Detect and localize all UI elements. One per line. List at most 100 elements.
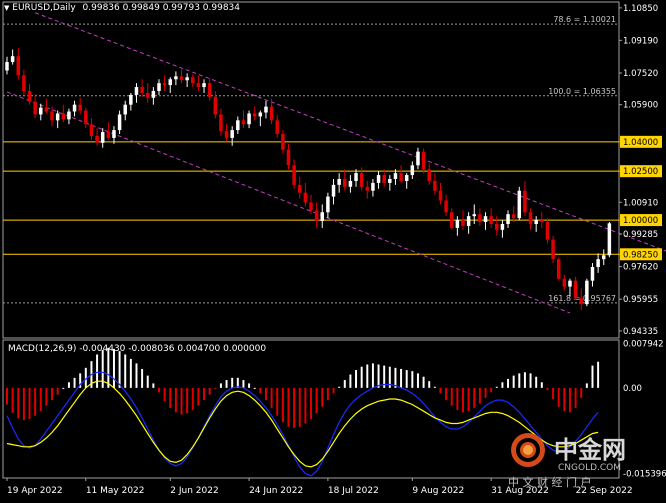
macd-histogram-bar (529, 373, 532, 388)
candle-body (601, 255, 606, 260)
macd-histogram-bar (180, 387, 183, 415)
candle-body (416, 151, 420, 166)
candle-body (106, 132, 111, 138)
candle-body (219, 114, 223, 132)
macd-tick-label: 0.00 (623, 384, 642, 394)
macd-histogram-bar (124, 354, 127, 388)
macd-histogram-bar (112, 348, 115, 388)
candle-body (292, 165, 296, 185)
candle-body (337, 178, 341, 185)
macd-histogram-bar (56, 387, 59, 395)
macd-histogram-bar (518, 373, 521, 388)
candle-body (89, 124, 94, 136)
candle-body (196, 83, 201, 88)
macd-histogram-bar (298, 387, 301, 427)
candle-body (117, 114, 122, 131)
macd-histogram-bar (101, 350, 104, 388)
candle-body (540, 220, 544, 223)
candle-body (438, 190, 443, 201)
macd-histogram-bar (422, 376, 425, 388)
macd-histogram-bar (585, 383, 588, 388)
candle (556, 257, 561, 281)
candle-body (568, 280, 572, 287)
macd-histogram-bar (214, 387, 217, 389)
candle-body (545, 222, 550, 240)
candle-body (185, 77, 189, 81)
candle-body (393, 173, 398, 179)
watermark-logo-text: 中金网 (554, 436, 626, 464)
macd-histogram-bar (73, 377, 76, 388)
candle-body (100, 132, 105, 143)
candle-body (61, 113, 66, 120)
macd-histogram-bar (186, 387, 189, 414)
candle-body (191, 77, 195, 84)
macd-tick-label: 0.007942 (623, 340, 664, 350)
macd-histogram-bar (219, 383, 222, 388)
symbol-header: ▼ EURUSD,Daily 0.99836 0.99849 0.99793 0… (4, 3, 240, 13)
candle-body (236, 120, 240, 131)
candle-body (523, 190, 527, 213)
candle-body (388, 178, 392, 183)
macd-histogram-bar (597, 361, 600, 388)
macd-histogram-bar (501, 382, 504, 388)
candle-body (84, 110, 88, 125)
candle-body (112, 130, 116, 138)
candle-body (404, 175, 409, 181)
candle-body (286, 149, 291, 166)
macd-histogram-bar (281, 387, 284, 423)
candle-body (162, 83, 167, 86)
macd-histogram-bar (411, 371, 414, 388)
macd-histogram-bar (248, 383, 251, 388)
macd-histogram-bar (169, 387, 172, 408)
macd-histogram-bar (445, 387, 448, 401)
candle-body (309, 202, 313, 211)
macd-histogram-bar (264, 387, 267, 401)
candle-body (489, 216, 493, 224)
macd-histogram-bar (141, 368, 144, 388)
macd-histogram-bar (512, 375, 515, 388)
macd-histogram-bar (158, 387, 160, 393)
candle-body (579, 298, 583, 305)
candle-body (168, 79, 173, 86)
candle-body (134, 87, 139, 95)
macd-histogram-bar (495, 386, 498, 388)
price-tick-label: 0.99285 (623, 230, 658, 240)
date-tick-label: 24 Jun 2022 (249, 486, 303, 496)
macd-histogram-bar (360, 366, 363, 388)
macd-header: MACD(12,26,9) -0.004430 -0.008036 0.0047… (8, 344, 267, 354)
candle-body (39, 107, 43, 115)
macd-histogram-bar (197, 387, 200, 406)
macd-histogram-bar (11, 387, 14, 413)
macd-histogram-bar (22, 387, 25, 421)
ohlc-readout: 0.99836 0.99849 0.99793 0.99834 (82, 3, 240, 13)
chart-window: 78.6 = 1.10021 100.0 = 1.06355 161.8 = 0.9… (0, 0, 666, 499)
candle-body (258, 112, 263, 117)
candle (585, 278, 589, 307)
candle-body (224, 131, 229, 138)
candle-body (517, 190, 522, 219)
macd-histogram-bar (535, 376, 538, 388)
price-tick-label: 0.95955 (623, 295, 658, 305)
macd-histogram-bar (490, 387, 493, 393)
macd-histogram-bar (129, 358, 132, 388)
macd-histogram-bar (377, 364, 380, 388)
fib-level-label: 78.6 = 1.10021 (553, 15, 616, 24)
candle-body (241, 120, 246, 125)
collapse-triangle-icon[interactable]: ▼ (4, 4, 9, 12)
macd-histogram-bar (557, 387, 560, 407)
candle-body (5, 62, 9, 71)
macd-histogram-bar (507, 378, 510, 388)
candle-body (365, 186, 370, 191)
candle-body (297, 184, 302, 193)
watermark-tagline: 中 文 财 经 门 户 (508, 475, 591, 489)
candle-body (607, 223, 612, 256)
candle-body (145, 92, 150, 98)
candle-body (27, 90, 32, 102)
macd-histogram-bar (253, 387, 256, 389)
candle-body (478, 214, 482, 223)
macd-histogram-bar (146, 375, 149, 388)
candle-body (303, 192, 308, 203)
candle-body (421, 151, 426, 170)
macd-histogram-bar (338, 386, 341, 388)
macd-histogram-bar (450, 387, 453, 406)
